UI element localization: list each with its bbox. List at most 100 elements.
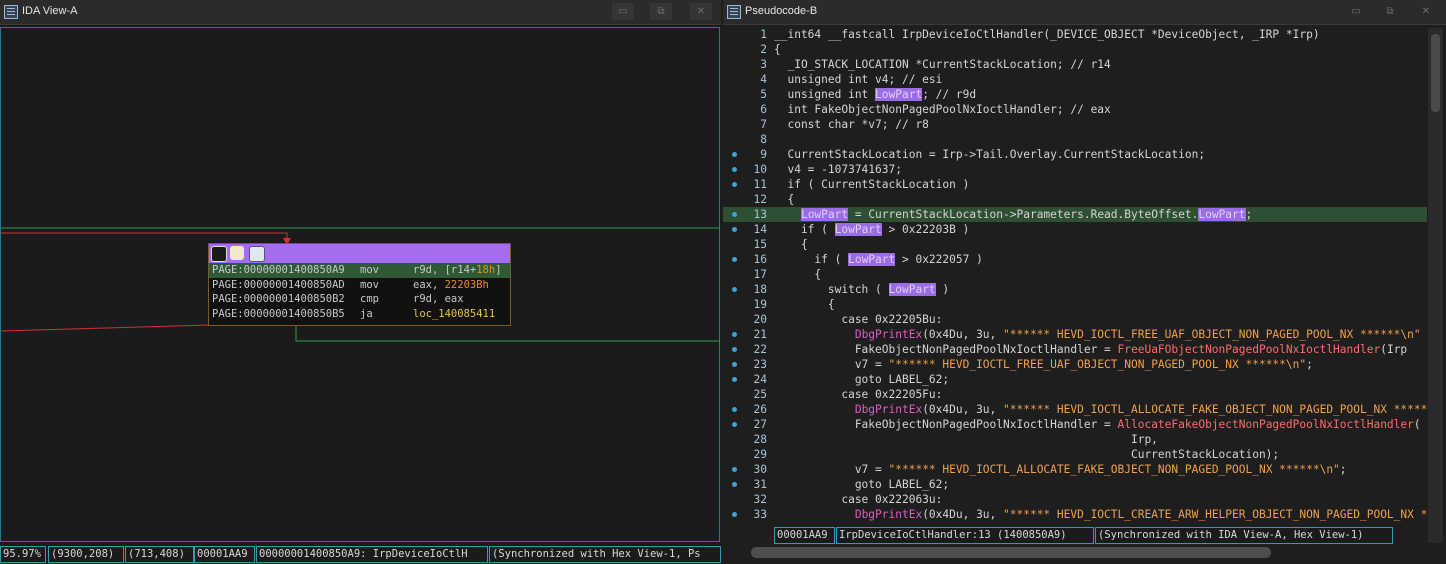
breakpoint-dot-icon[interactable] bbox=[732, 257, 737, 262]
code-line[interactable]: 16 if ( LowPart > 0x222057 ) bbox=[723, 252, 1427, 267]
code-line[interactable]: 7 const char *v7; // r8 bbox=[723, 117, 1427, 132]
code-text[interactable]: { bbox=[774, 237, 808, 252]
breakpoint-dot-icon[interactable] bbox=[732, 287, 737, 292]
breakpoint-dot-icon[interactable] bbox=[732, 212, 737, 217]
code-line[interactable]: 32 case 0x222063u: bbox=[723, 492, 1427, 507]
code-text[interactable]: unsigned int LowPart; // r9d bbox=[774, 87, 976, 102]
float-icon[interactable]: ⧉ bbox=[1379, 3, 1401, 20]
code-text[interactable]: v7 = "****** HEVD_IOCTL_ALLOCATE_FAKE_OB… bbox=[774, 462, 1347, 477]
code-line[interactable]: 30 v7 = "****** HEVD_IOCTL_ALLOCATE_FAKE… bbox=[723, 462, 1427, 477]
code-text[interactable]: FakeObjectNonPagedPoolNxIoctlHandler = A… bbox=[774, 417, 1421, 432]
code-text[interactable]: CurrentStackLocation = Irp->Tail.Overlay… bbox=[774, 147, 1205, 162]
code-line[interactable]: 20 case 0x22205Bu: bbox=[723, 312, 1427, 327]
code-line[interactable]: 5 unsigned int LowPart; // r9d bbox=[723, 87, 1427, 102]
code-text[interactable]: case 0x22205Bu: bbox=[774, 312, 942, 327]
disasm-line[interactable]: PAGE:00000001400850B2 cmp r9d, eax bbox=[209, 292, 510, 307]
chart-icon[interactable] bbox=[249, 246, 265, 262]
code-text[interactable]: case 0x22205Fu: bbox=[774, 387, 942, 402]
code-line[interactable]: 9 CurrentStackLocation = Irp->Tail.Overl… bbox=[723, 147, 1427, 162]
code-line[interactable]: 31 goto LABEL_62; bbox=[723, 477, 1427, 492]
pseudocode-pane[interactable]: Pseudocode-B ▭ ⧉ ✕ 1 __int64 __fastcall I… bbox=[723, 0, 1446, 564]
close-icon[interactable]: ✕ bbox=[690, 3, 712, 20]
code-line[interactable]: 27 FakeObjectNonPagedPoolNxIoctlHandler … bbox=[723, 417, 1427, 432]
code-line[interactable]: 13 LowPart = CurrentStackLocation->Param… bbox=[723, 207, 1427, 222]
code-text[interactable]: goto LABEL_62; bbox=[774, 372, 949, 387]
code-text[interactable]: if ( CurrentStackLocation ) bbox=[774, 177, 969, 192]
code-text[interactable]: _IO_STACK_LOCATION *CurrentStackLocation… bbox=[774, 57, 1110, 72]
breakpoint-dot-icon[interactable] bbox=[732, 152, 737, 157]
code-text[interactable]: int FakeObjectNonPagedPoolNxIoctlHandler… bbox=[774, 102, 1110, 117]
breakpoint-dot-icon[interactable] bbox=[732, 512, 737, 517]
restore-icon[interactable]: ▭ bbox=[612, 3, 634, 20]
disasm-line[interactable]: PAGE:00000001400850A9 mov r9d, [r14+18h] bbox=[209, 263, 510, 278]
horizontal-scroll-thumb[interactable] bbox=[751, 547, 1271, 558]
code-text[interactable]: v7 = "****** HEVD_IOCTL_FREE_UAF_OBJECT_… bbox=[774, 357, 1313, 372]
code-text[interactable]: LowPart = CurrentStackLocation->Paramete… bbox=[774, 207, 1252, 222]
code-line[interactable]: 23 v7 = "****** HEVD_IOCTL_FREE_UAF_OBJE… bbox=[723, 357, 1427, 372]
breakpoint-dot-icon[interactable] bbox=[732, 347, 737, 352]
graph-node[interactable]: PAGE:00000001400850A9 mov r9d, [r14+18h] PA… bbox=[208, 243, 511, 326]
breakpoint-dot-icon[interactable] bbox=[732, 422, 737, 427]
code-text[interactable]: CurrentStackLocation); bbox=[774, 447, 1279, 462]
code-line[interactable]: 12 { bbox=[723, 192, 1427, 207]
code-text[interactable]: case 0x222063u: bbox=[774, 492, 942, 507]
code-line[interactable]: 22 FakeObjectNonPagedPoolNxIoctlHandler … bbox=[723, 342, 1427, 357]
code-line[interactable]: 17 { bbox=[723, 267, 1427, 282]
code-line[interactable]: 6 int FakeObjectNonPagedPoolNxIoctlHandl… bbox=[723, 102, 1427, 117]
code-text[interactable]: goto LABEL_62; bbox=[774, 477, 949, 492]
restore-icon[interactable]: ▭ bbox=[1345, 3, 1367, 20]
code-line[interactable]: 25 case 0x22205Fu: bbox=[723, 387, 1427, 402]
close-icon[interactable]: ✕ bbox=[1415, 3, 1437, 20]
code-text[interactable]: { bbox=[774, 267, 821, 282]
code-line[interactable]: 4 unsigned int v4; // esi bbox=[723, 72, 1427, 87]
breakpoint-dot-icon[interactable] bbox=[732, 467, 737, 472]
code-line[interactable]: 33 DbgPrintEx(0x4Du, 3u, "****** HEVD_IO… bbox=[723, 507, 1427, 522]
float-icon[interactable]: ⧉ bbox=[650, 3, 672, 20]
code-text[interactable]: { bbox=[774, 297, 835, 312]
code-text[interactable]: v4 = -1073741637; bbox=[774, 162, 902, 177]
code-text[interactable]: DbgPrintEx(0x4Du, 3u, "****** HEVD_IOCTL… bbox=[774, 507, 1427, 522]
code-text[interactable]: { bbox=[774, 192, 794, 207]
code-line[interactable]: 15 { bbox=[723, 237, 1427, 252]
breakpoint-dot-icon[interactable] bbox=[732, 182, 737, 187]
pseudocode-titlebar[interactable]: Pseudocode-B ▭ ⧉ ✕ bbox=[723, 0, 1446, 25]
code-line[interactable]: 11 if ( CurrentStackLocation ) bbox=[723, 177, 1427, 192]
code-text[interactable]: DbgPrintEx(0x4Du, 3u, "****** HEVD_IOCTL… bbox=[774, 327, 1421, 342]
code-line[interactable]: 29 CurrentStackLocation); bbox=[723, 447, 1427, 462]
code-line[interactable]: 28 Irp, bbox=[723, 432, 1427, 447]
code-text[interactable]: const char *v7; // r8 bbox=[774, 117, 928, 132]
code-text[interactable]: __int64 __fastcall IrpDeviceIoCtlHandler… bbox=[774, 27, 1320, 42]
code-line[interactable]: 3 _IO_STACK_LOCATION *CurrentStackLocati… bbox=[723, 57, 1427, 72]
horizontal-scrollbar[interactable] bbox=[751, 545, 1427, 559]
code-text[interactable]: DbgPrintEx(0x4Du, 3u, "****** HEVD_IOCTL… bbox=[774, 402, 1427, 417]
vertical-scrollbar[interactable] bbox=[1428, 28, 1443, 543]
pseudocode-editor[interactable]: 1 __int64 __fastcall IrpDeviceIoCtlHandle… bbox=[723, 27, 1427, 525]
code-line[interactable]: 2{ bbox=[723, 42, 1427, 57]
breakpoint-dot-icon[interactable] bbox=[732, 362, 737, 367]
code-text[interactable]: switch ( LowPart ) bbox=[774, 282, 949, 297]
disasm-line[interactable]: PAGE:00000001400850B5 ja loc_140085411 bbox=[209, 307, 510, 322]
code-line[interactable]: 21 DbgPrintEx(0x4Du, 3u, "****** HEVD_IO… bbox=[723, 327, 1427, 342]
code-line[interactable]: 14 if ( LowPart > 0x22203B ) bbox=[723, 222, 1427, 237]
code-line[interactable]: 10 v4 = -1073741637; bbox=[723, 162, 1427, 177]
disasm-line[interactable]: PAGE:00000001400850AD mov eax, 22203Bh bbox=[209, 278, 510, 293]
breakpoint-dot-icon[interactable] bbox=[732, 167, 737, 172]
code-text[interactable]: FakeObjectNonPagedPoolNxIoctlHandler = F… bbox=[774, 342, 1407, 357]
code-text[interactable]: Irp, bbox=[774, 432, 1158, 447]
edit-icon[interactable] bbox=[230, 246, 244, 260]
ida-view-titlebar[interactable]: IDA View-A ▭ ⧉ ✕ bbox=[0, 0, 721, 25]
breakpoint-dot-icon[interactable] bbox=[732, 407, 737, 412]
graph-overview-icon[interactable] bbox=[211, 246, 227, 262]
code-text[interactable]: { bbox=[774, 42, 781, 57]
code-line[interactable]: 1 __int64 __fastcall IrpDeviceIoCtlHandle… bbox=[723, 27, 1427, 42]
code-line[interactable]: 24 goto LABEL_62; bbox=[723, 372, 1427, 387]
code-line[interactable]: 26 DbgPrintEx(0x4Du, 3u, "****** HEVD_IO… bbox=[723, 402, 1427, 417]
code-text[interactable]: if ( LowPart > 0x22203B ) bbox=[774, 222, 969, 237]
ida-view-pane[interactable]: IDA View-A ▭ ⧉ ✕ PAGE:00000001400850A9 mo… bbox=[0, 0, 721, 564]
vertical-scroll-thumb[interactable] bbox=[1431, 34, 1440, 112]
code-text[interactable]: if ( LowPart > 0x222057 ) bbox=[774, 252, 983, 267]
code-line[interactable]: 19 { bbox=[723, 297, 1427, 312]
breakpoint-dot-icon[interactable] bbox=[732, 377, 737, 382]
code-line[interactable]: 18 switch ( LowPart ) bbox=[723, 282, 1427, 297]
breakpoint-dot-icon[interactable] bbox=[732, 227, 737, 232]
